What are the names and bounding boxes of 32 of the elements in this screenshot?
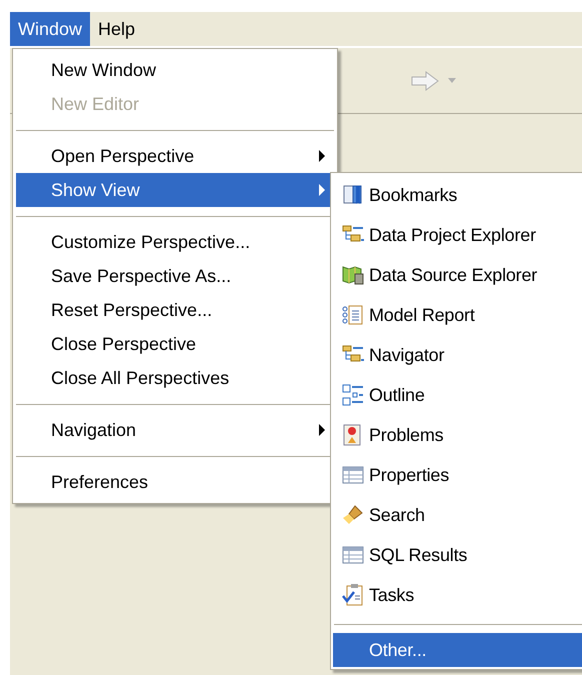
forward-arrow-icon bbox=[410, 70, 440, 92]
menu-item[interactable]: Problems bbox=[333, 415, 582, 455]
menu-item[interactable]: Outline bbox=[333, 375, 582, 415]
menu-item[interactable]: Navigation bbox=[16, 413, 334, 447]
submenu-arrow-icon bbox=[318, 183, 326, 197]
report-icon bbox=[341, 303, 365, 327]
menu-item[interactable]: Close All Perspectives bbox=[16, 361, 334, 395]
menu-bar-item[interactable]: Help bbox=[90, 12, 144, 46]
submenu-arrow-icon bbox=[318, 149, 326, 163]
menu-bar-item[interactable]: Window bbox=[10, 12, 90, 46]
menu-item[interactable]: Save Perspective As... bbox=[16, 259, 334, 293]
menu-item[interactable]: Model Report bbox=[333, 295, 582, 335]
flashlight-icon bbox=[341, 503, 365, 527]
menu-item[interactable]: Search bbox=[333, 495, 582, 535]
menu-item[interactable]: Properties bbox=[333, 455, 582, 495]
menu-item[interactable]: Open Perspective bbox=[16, 139, 334, 173]
menu-item[interactable]: Reset Perspective... bbox=[16, 293, 334, 327]
menu-item[interactable]: Data Source Explorer bbox=[333, 255, 582, 295]
menu-item[interactable]: Data Project Explorer bbox=[333, 215, 582, 255]
menu-item[interactable]: SQL Results bbox=[333, 535, 582, 575]
menu-item[interactable]: New Window bbox=[16, 53, 334, 87]
menu-item[interactable]: Bookmarks bbox=[333, 175, 582, 215]
menu-item[interactable]: Tasks bbox=[333, 575, 582, 615]
menu-item[interactable]: Other... bbox=[333, 633, 582, 667]
caret-icon bbox=[448, 78, 456, 83]
menu-item[interactable]: Navigator bbox=[333, 335, 582, 375]
menu-item[interactable]: Close Perspective bbox=[16, 327, 334, 361]
task-clipboard-icon bbox=[341, 583, 365, 607]
menu-item[interactable]: Customize Perspective... bbox=[16, 225, 334, 259]
outline-icon bbox=[341, 383, 365, 407]
submenu-arrow-icon bbox=[318, 423, 326, 437]
menu-item[interactable]: Preferences bbox=[16, 465, 334, 499]
